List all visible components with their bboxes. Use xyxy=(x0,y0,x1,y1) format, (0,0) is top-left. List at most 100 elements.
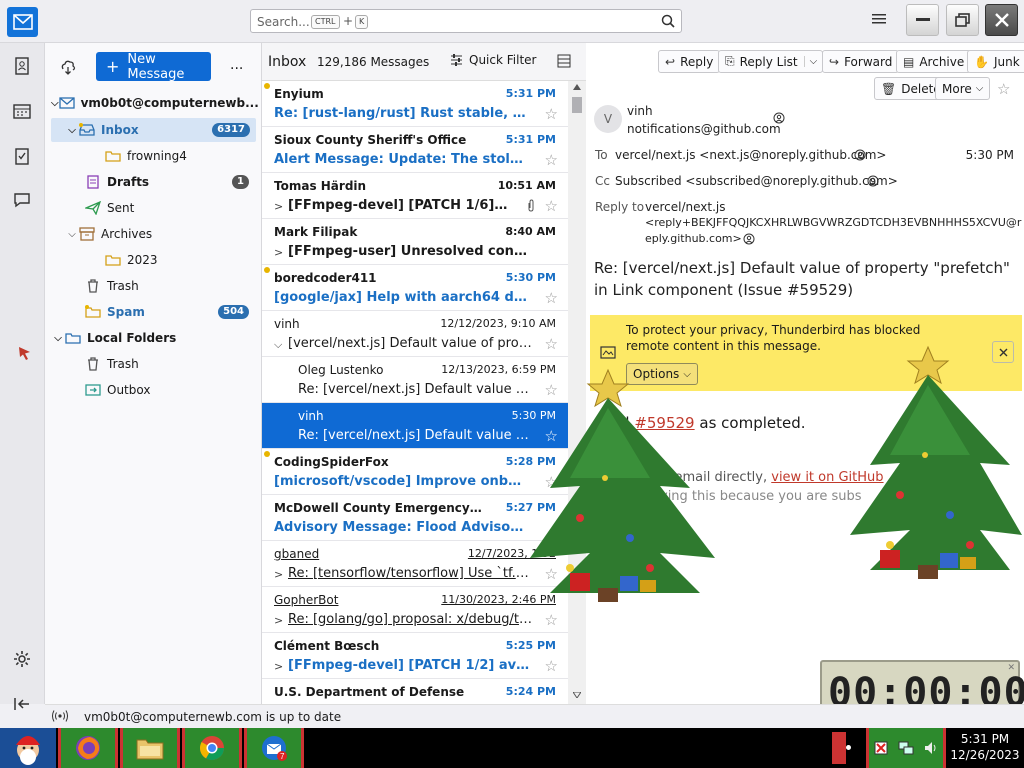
settings-icon[interactable] xyxy=(11,648,33,670)
taskbar-file-manager[interactable] xyxy=(120,728,180,768)
taskbar-chrome[interactable] xyxy=(182,728,242,768)
contact-icon[interactable] xyxy=(743,233,755,245)
local-folders-row[interactable]: ⌵ Local Folders xyxy=(51,326,255,350)
plus-icon: + xyxy=(106,57,120,76)
folder-sent[interactable]: Sent xyxy=(51,196,255,220)
dropdown-icon[interactable]: ⌵ xyxy=(803,56,823,67)
address-book-icon[interactable] xyxy=(11,55,33,77)
system-tray[interactable] xyxy=(866,728,946,768)
network-icon[interactable] xyxy=(898,741,914,755)
chevron-right-icon[interactable]: > xyxy=(274,614,283,627)
star-icon[interactable]: ☆ xyxy=(545,335,558,353)
scroll-down-icon[interactable] xyxy=(573,692,581,698)
star-icon[interactable]: ☆ xyxy=(545,289,558,307)
contact-icon[interactable] xyxy=(867,175,879,187)
chevron-down-icon[interactable]: ⌵ xyxy=(51,98,59,109)
tasks-icon[interactable] xyxy=(11,145,33,167)
close-button[interactable] xyxy=(985,4,1018,36)
star-icon[interactable]: ☆ xyxy=(545,611,558,629)
taskbar-firefox[interactable] xyxy=(58,728,118,768)
reply-to-line2[interactable]: <reply+BEKJFFQQJKCXHRLWBGVWRZGDTCDH3EVBN… xyxy=(645,216,1021,229)
folder-inbox[interactable]: ⌵ Inbox 6317 xyxy=(51,118,256,142)
start-button[interactable] xyxy=(0,728,56,768)
contact-icon[interactable] xyxy=(854,149,866,161)
new-message-label: New Message xyxy=(127,51,185,82)
unread-badge: 504 xyxy=(218,305,249,319)
message-from: McDowell County Emergency Managem... xyxy=(274,501,484,515)
timer-close-icon[interactable]: ✕ xyxy=(1007,663,1015,673)
folder-label: Inbox xyxy=(101,123,139,137)
to-value[interactable]: vercel/next.js <next.js@noreply.github.c… xyxy=(615,148,887,162)
message-row[interactable]: boredcoder411 5:30 PM [google/jax] Help … xyxy=(262,265,568,311)
chevron-right-icon[interactable]: > xyxy=(274,568,283,581)
calendar-icon[interactable] xyxy=(11,100,33,122)
chevron-right-icon[interactable]: > xyxy=(274,246,283,259)
collapse-icon[interactable] xyxy=(11,693,33,715)
message-from: CodingSpiderFox xyxy=(274,455,389,469)
chevron-right-icon[interactable]: > xyxy=(274,660,283,673)
account-row[interactable]: ⌵ vm0b0t@computernewb... xyxy=(51,91,259,115)
folder-2023[interactable]: 2023 xyxy=(51,248,255,272)
folder-spam[interactable]: Spam 504 xyxy=(51,300,255,324)
chevron-down-icon[interactable]: ⌵ xyxy=(274,338,282,352)
folder-drafts[interactable]: Drafts 1 xyxy=(51,170,255,194)
folder-local-trash[interactable]: Trash xyxy=(51,352,255,376)
star-icon[interactable]: ☆ xyxy=(545,105,558,123)
sent-icon xyxy=(85,201,101,215)
forward-button[interactable]: ↪ Forward xyxy=(822,50,900,73)
folder-trash[interactable]: Trash xyxy=(51,274,255,298)
scroll-up-icon[interactable] xyxy=(573,84,581,90)
reply-to-line3[interactable]: eply.github.com> xyxy=(645,232,742,245)
maximize-button[interactable] xyxy=(946,4,979,36)
chat-icon[interactable] xyxy=(11,189,33,211)
menu-icon[interactable] xyxy=(872,12,892,30)
folder-frowning4[interactable]: frowning4 xyxy=(51,144,255,168)
chevron-down-icon[interactable]: ⌵ xyxy=(51,333,65,344)
cc-value[interactable]: Subscribed <subscribed@noreply.github.co… xyxy=(615,174,898,188)
christmas-tree-left xyxy=(530,368,715,602)
search-input[interactable]: Search... CTRL + K xyxy=(250,9,682,33)
folder-outbox[interactable]: Outbox xyxy=(51,378,255,402)
message-row[interactable]: Mark Filipak 8:40 AM > [FFmpeg-user] Unr… xyxy=(262,219,568,265)
archive-button[interactable]: ▤ Archive xyxy=(896,50,972,73)
message-subject: Alert Message: Update: The stolen gree..… xyxy=(274,152,529,167)
message-row[interactable]: Tomas Härdin 10:51 AM > [FFmpeg-devel] [… xyxy=(262,173,568,219)
chevron-down-icon[interactable]: ⌵ xyxy=(65,125,79,136)
star-icon[interactable]: ☆ xyxy=(997,80,1010,98)
message-row[interactable]: Enyium 5:31 PM Re: [rust-lang/rust] Rust… xyxy=(262,81,568,127)
chevron-down-icon[interactable]: ⌵ xyxy=(65,229,79,240)
message-row[interactable]: Clément Bœsch 5:25 PM > [FFmpeg-devel] [… xyxy=(262,633,568,679)
scroll-thumb[interactable] xyxy=(572,97,582,113)
reply-list-button[interactable]: ⎘ Reply List ⌵ xyxy=(718,50,824,73)
message-row[interactable]: U.S. Department of Defense 5:24 PM xyxy=(262,679,568,704)
message-row[interactable]: Sioux County Sheriff's Office 5:31 PM Al… xyxy=(262,127,568,173)
online-status-icon[interactable] xyxy=(52,710,68,722)
volume-icon[interactable] xyxy=(924,741,938,755)
taskbar-thunderbird[interactable]: 7 xyxy=(244,728,304,768)
more-button[interactable]: More ⌵ xyxy=(935,77,991,100)
star-icon[interactable]: ☆ xyxy=(545,197,558,215)
new-message-button[interactable]: + New Message xyxy=(96,51,211,82)
quick-filter-label: Quick Filter xyxy=(469,53,537,67)
quick-filter-button[interactable]: Quick Filter xyxy=(450,53,536,67)
folder-archives[interactable]: ⌵ Archives xyxy=(51,222,255,246)
minimize-button[interactable] xyxy=(906,4,939,36)
get-messages-icon[interactable] xyxy=(60,59,76,75)
junk-button[interactable]: ✋ Junk xyxy=(967,50,1024,73)
chevron-right-icon[interactable]: > xyxy=(274,200,283,213)
more-button[interactable]: ... xyxy=(230,57,243,73)
sender-email[interactable]: notifications@github.com xyxy=(627,122,781,136)
reply-button[interactable]: ↩ Reply xyxy=(658,50,721,73)
message-row[interactable]: vinh 12/12/2023, 9:10 AM ⌵ [vercel/next.… xyxy=(262,311,568,357)
star-icon[interactable]: ☆ xyxy=(545,657,558,675)
reply-to-line1[interactable]: vercel/next.js xyxy=(645,200,726,214)
message-subject: Re: [vercel/next.js] Default value of pr… xyxy=(298,428,533,443)
list-options-icon[interactable] xyxy=(557,54,571,68)
clock[interactable]: 5:31 PM 12/26/2023 xyxy=(946,731,1024,763)
star-icon[interactable]: ☆ xyxy=(545,151,558,169)
security-icon[interactable] xyxy=(874,741,888,755)
contact-icon[interactable] xyxy=(773,112,785,124)
message-subject: Re: [rust-lang/rust] Rust stable, fatal … xyxy=(274,106,529,121)
search-icon[interactable] xyxy=(661,14,675,28)
mail-app-icon[interactable] xyxy=(7,7,38,37)
